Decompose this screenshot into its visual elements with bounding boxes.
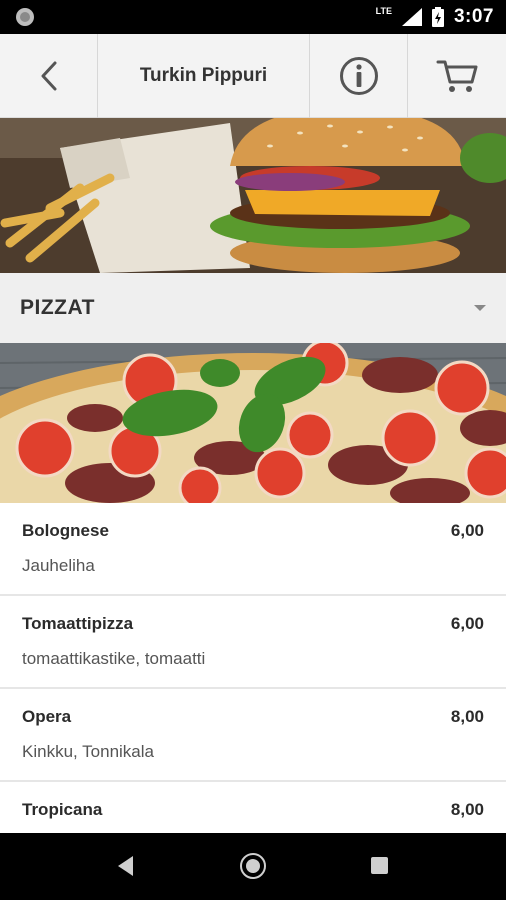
menu-list: Bolognese 6,00 Jauheliha Tomaattipizza 6… — [0, 503, 506, 833]
list-item[interactable]: Tomaattipizza 6,00 tomaattikastike, toma… — [0, 596, 506, 689]
item-description: Jauheliha — [22, 556, 95, 575]
list-item[interactable]: Opera 8,00 Kinkku, Tonnikala — [0, 689, 506, 782]
system-nav-bar — [0, 833, 506, 900]
battery-icon — [431, 7, 444, 27]
item-description: Kinkku, Tonnikala — [22, 742, 154, 761]
cart-icon — [436, 60, 478, 92]
category-header[interactable]: PIZZAT — [0, 273, 506, 343]
app-header: Turkin Pippuri — [0, 34, 506, 118]
item-price: 6,00 — [450, 521, 484, 540]
page-title: Turkin Pippuri — [98, 34, 310, 118]
item-name: Bolognese — [22, 521, 109, 540]
status-icons: LTE 3:07 — [376, 0, 494, 34]
item-price: 8,00 — [450, 800, 484, 819]
nav-back-icon[interactable] — [118, 856, 133, 876]
item-price: 6,00 — [450, 614, 484, 633]
nav-home-icon[interactable] — [240, 853, 266, 879]
nav-recents-icon[interactable] — [371, 857, 388, 874]
item-name: Tropicana — [22, 800, 103, 819]
item-price: 8,00 — [450, 707, 484, 726]
network-type: LTE — [375, 6, 392, 16]
list-item[interactable]: Tropicana 8,00 — [0, 782, 506, 833]
notification-icon — [16, 8, 34, 26]
item-name: Opera — [22, 707, 72, 726]
item-description: tomaattikastike, tomaatti — [22, 649, 206, 668]
signal-icon — [401, 8, 422, 26]
status-bar: LTE 3:07 — [0, 0, 506, 34]
list-item[interactable]: Bolognese 6,00 Jauheliha — [0, 503, 506, 596]
info-button[interactable] — [310, 34, 408, 118]
category-image — [0, 343, 506, 503]
restaurant-banner-image — [0, 118, 506, 273]
clock: 3:07 — [453, 6, 494, 27]
info-icon — [339, 57, 378, 95]
back-button[interactable] — [0, 34, 98, 118]
category-label: PIZZAT — [20, 296, 95, 319]
item-name: Tomaattipizza — [22, 614, 134, 633]
dropdown-caret-icon — [474, 305, 486, 311]
back-icon — [41, 61, 56, 91]
cart-button[interactable] — [408, 34, 506, 118]
